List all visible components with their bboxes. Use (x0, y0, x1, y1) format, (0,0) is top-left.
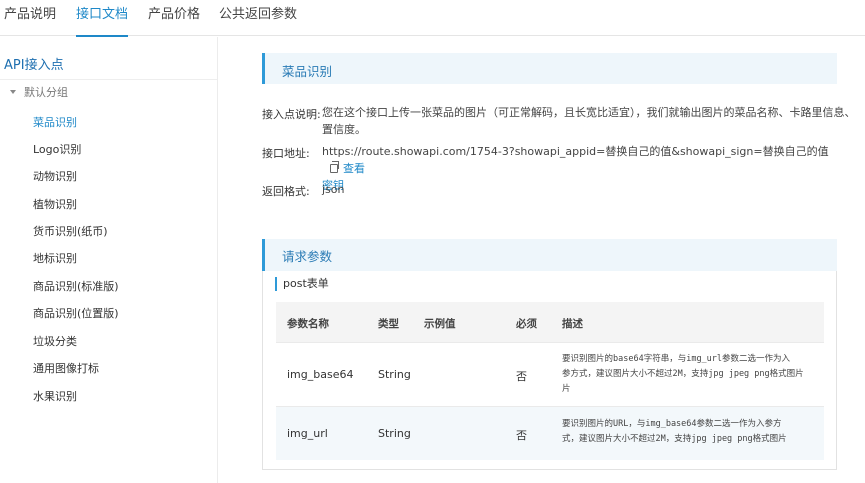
form-type-label: post表单 (275, 277, 329, 291)
sidebar-group-default[interactable]: 默认分组 (10, 84, 68, 100)
sidebar-item-dish-recognition[interactable]: 菜品识别 (33, 114, 77, 130)
param-name: img_url (287, 427, 328, 440)
sidebar-item-fruit-recognition[interactable]: 水果识别 (33, 388, 77, 404)
desc-line-2: 置信度。 (322, 123, 366, 136)
param-desc: 要识别图片的base64字符串，与img_url参数二选一作为入 参方式，建议图… (562, 352, 812, 397)
param-desc-line: 参方式，建议图片大小不超过2M，支持jpg jpeg png格式图片 (562, 369, 804, 379)
view-key-link[interactable]: 查看 (343, 162, 365, 175)
params-section-header: 请求参数 (262, 239, 837, 271)
sidebar-divider (0, 79, 217, 80)
sidebar-item-plant-recognition[interactable]: 植物识别 (33, 196, 77, 212)
sidebar-item-garbage-classification[interactable]: 垃圾分类 (33, 333, 77, 349)
sidebar-item-landmark-recognition[interactable]: 地标识别 (33, 250, 77, 266)
col-header-desc: 描述 (562, 318, 583, 330)
params-section-title: 请求参数 (282, 249, 333, 264)
top-tab-bar: 产品说明 接口文档 产品价格 公共返回参数 (0, 0, 865, 37)
sidebar-item-goods-position[interactable]: 商品识别(位置版) (33, 305, 119, 321)
tab-common-return-params[interactable]: 公共返回参数 (219, 7, 297, 36)
sidebar-group-label: 默认分组 (24, 86, 68, 99)
param-desc-line: 片 (562, 384, 571, 394)
sidebar-item-logo-recognition[interactable]: Logo识别 (33, 141, 81, 157)
url-label: 接口地址: (262, 147, 310, 160)
param-type: String (378, 368, 411, 381)
sidebar-item-general-image-tagging[interactable]: 通用图像打标 (33, 360, 99, 376)
copy-icon[interactable] (330, 161, 339, 173)
sidebar-item-animal-recognition[interactable]: 动物识别 (33, 168, 77, 184)
api-url: https://route.showapi.com/1754-3?showapi… (322, 145, 829, 158)
col-header-example: 示例值 (424, 318, 456, 330)
param-name: img_base64 (287, 368, 354, 381)
sidebar-item-goods-standard[interactable]: 商品识别(标准版) (33, 278, 119, 294)
sidebar-title: API接入点 (4, 58, 64, 73)
tab-product-intro[interactable]: 产品说明 (4, 7, 56, 36)
param-required: 否 (516, 370, 527, 383)
desc-text: 您在这个接口上传一张菜品的图片（可正常解码，且长宽比适宜），我们就输出图片的菜品… (322, 104, 856, 138)
desc-line-1: 您在这个接口上传一张菜品的图片（可正常解码，且长宽比适宜），我们就输出图片的菜品… (322, 106, 856, 119)
url-block: https://route.showapi.com/1754-3?showapi… (322, 143, 837, 194)
params-table-header: 参数名称 类型 示例值 必须 描述 (276, 302, 824, 342)
param-desc: 要识别图片的URL，与img_base64参数二选一作为入参方 式，建议图片大小… (562, 417, 812, 447)
param-type: String (378, 427, 411, 440)
format-value: json (322, 183, 345, 196)
table-row: img_base64 String 否 要识别图片的base64字符串，与img… (276, 342, 824, 406)
col-header-required: 必须 (516, 318, 537, 330)
param-desc-line: 要识别图片的URL，与img_base64参数二选一作为入参方 (562, 419, 782, 429)
caret-down-icon (10, 90, 16, 94)
param-desc-line: 式，建议图片大小不超过2M，支持jpg jpeg png格式图片 (562, 434, 787, 444)
sidebar: API接入点 默认分组 菜品识别 Logo识别 动物识别 植物识别 货币识别(纸… (0, 37, 218, 483)
param-required: 否 (516, 429, 527, 442)
tab-product-price[interactable]: 产品价格 (148, 7, 200, 36)
col-header-type: 类型 (378, 318, 399, 330)
format-label: 返回格式: (262, 185, 310, 198)
tab-api-docs[interactable]: 接口文档 (76, 7, 129, 37)
api-section-header: 菜品识别 (262, 53, 837, 84)
desc-label: 接入点说明: (262, 108, 321, 121)
sidebar-item-currency-recognition[interactable]: 货币识别(纸币) (33, 223, 108, 239)
param-desc-line: 要识别图片的base64字符串，与img_url参数二选一作为入 (562, 354, 791, 364)
api-section-title: 菜品识别 (282, 64, 333, 79)
table-row: img_url String 否 要识别图片的URL，与img_base64参数… (276, 406, 824, 460)
col-header-name: 参数名称 (287, 318, 329, 330)
